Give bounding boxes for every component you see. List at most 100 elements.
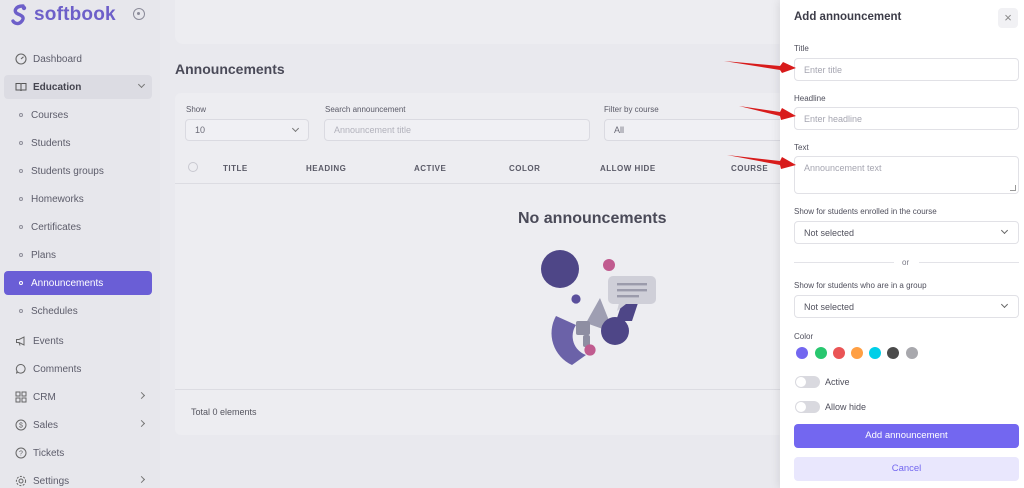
gear-icon (15, 475, 27, 487)
announcements-card: Show 10 Search announcement Announcement… (175, 93, 795, 435)
sidebar-item-label: Announcements (31, 277, 104, 289)
sidebar-item-label: Certificates (31, 221, 82, 233)
bullet-icon (19, 253, 23, 257)
empty-state-illustration (541, 250, 656, 365)
logo-icon (11, 4, 27, 26)
color-swatch-purple[interactable] (796, 347, 808, 359)
allow-hide-toggle[interactable] (795, 401, 820, 413)
color-swatch-dark[interactable] (887, 347, 899, 359)
sidebar-item-students-groups[interactable]: Students groups (4, 159, 152, 183)
main-content: Announcements Show 10 Search announcemen… (160, 0, 795, 488)
chevron-down-icon (1000, 300, 1009, 309)
resize-handle-icon[interactable] (1010, 185, 1016, 191)
sidebar-collapse-button[interactable] (133, 8, 145, 20)
title-label: Title (794, 44, 809, 53)
sidebar-item-events[interactable]: Events (4, 329, 152, 353)
cancel-button[interactable]: Cancel (794, 457, 1019, 481)
column-header-color[interactable]: COLOR (509, 164, 540, 173)
column-header-course[interactable]: COURSE (731, 164, 768, 173)
sidebar-item-label: Sales (33, 419, 59, 431)
bullet-icon (19, 225, 23, 229)
sidebar-item-label: Dashboard (33, 53, 82, 65)
toggle-knob (796, 377, 806, 387)
group-select[interactable]: Not selected (794, 295, 1019, 318)
sidebar-item-certificates[interactable]: Certificates (4, 215, 152, 239)
active-toggle[interactable] (795, 376, 820, 388)
empty-state-title: No announcements (518, 210, 667, 227)
close-button[interactable]: × (998, 8, 1018, 28)
grid-icon (15, 391, 27, 403)
or-divider-left (794, 262, 894, 263)
column-header-heading[interactable]: HEADING (306, 164, 346, 173)
chevron-right-icon (137, 419, 146, 428)
color-swatch-gray[interactable] (906, 347, 918, 359)
sidebar-item-label: Tickets (33, 447, 65, 459)
group-select-label: Show for students who are in a group (794, 281, 927, 290)
search-input[interactable]: Announcement title (324, 119, 590, 141)
title-input[interactable]: Enter title (794, 58, 1019, 81)
column-header-allow-hide[interactable]: ALLOW HIDE (600, 164, 656, 173)
active-toggle-label: Active (825, 377, 850, 387)
sidebar-item-comments[interactable]: Comments (4, 357, 152, 381)
sidebar-item-label: Courses (31, 109, 69, 121)
text-textarea[interactable]: Announcement text (794, 156, 1019, 194)
sidebar-item-label: Comments (33, 363, 82, 375)
sidebar-item-plans[interactable]: Plans (4, 243, 152, 267)
course-select-label: Show for students enrolled in the course (794, 207, 937, 216)
sidebar-item-settings[interactable]: Settings (4, 469, 152, 488)
sidebar-item-students[interactable]: Students (4, 131, 152, 155)
color-swatch-cyan[interactable] (869, 347, 881, 359)
color-swatch-green[interactable] (815, 347, 827, 359)
bullet-icon (19, 169, 23, 173)
total-elements: Total 0 elements (191, 407, 257, 417)
chevron-down-icon (137, 80, 146, 89)
chevron-right-icon (137, 391, 146, 400)
add-announcement-button[interactable]: Add announcement (794, 424, 1019, 448)
column-header-active[interactable]: ACTIVE (414, 164, 446, 173)
bullet-icon (19, 309, 23, 313)
group-select-value: Not selected (804, 301, 855, 312)
text-textarea-placeholder: Announcement text (804, 163, 882, 173)
color-swatch-orange[interactable] (851, 347, 863, 359)
sidebar-item-label: Students (31, 137, 71, 149)
svg-text:?: ? (19, 451, 23, 458)
show-select-value: 10 (195, 125, 206, 135)
or-divider-text: or (902, 258, 910, 267)
course-filter-select[interactable]: All (604, 119, 795, 141)
megaphone-icon (15, 335, 27, 347)
sidebar-item-crm[interactable]: CRM (4, 385, 152, 409)
show-label: Show (186, 105, 207, 114)
sidebar-item-label: Homeworks (31, 193, 84, 205)
dashboard-icon (15, 53, 27, 65)
headline-input[interactable]: Enter headline (794, 107, 1019, 130)
sidebar-item-courses[interactable]: Courses (4, 103, 152, 127)
svg-text:$: $ (19, 423, 23, 430)
toggle-knob (796, 402, 806, 412)
help-icon: ? (15, 447, 27, 459)
sidebar-item-homeworks[interactable]: Homeworks (4, 187, 152, 211)
color-label: Color (794, 332, 814, 341)
top-bar (175, 0, 795, 44)
color-swatch-red[interactable] (833, 347, 845, 359)
course-select-value: Not selected (804, 227, 855, 238)
table-header-divider (175, 183, 795, 184)
column-header-title[interactable]: TITLE (223, 164, 248, 173)
sidebar-item-schedules[interactable]: Schedules (4, 299, 152, 323)
text-label: Text (794, 143, 809, 152)
search-label: Search announcement (325, 105, 406, 114)
sidebar-item-dashboard[interactable]: Dashboard (4, 47, 152, 71)
bullet-icon (19, 113, 23, 117)
show-select[interactable]: 10 (185, 119, 309, 141)
bullet-icon (19, 197, 23, 201)
chevron-down-icon (291, 124, 300, 133)
course-select[interactable]: Not selected (794, 221, 1019, 244)
sidebar-item-label: CRM (33, 391, 56, 403)
comment-icon (15, 363, 27, 375)
logo[interactable]: softbook (10, 4, 116, 26)
select-all-checkbox[interactable] (188, 162, 198, 172)
sidebar-item-sales[interactable]: $ Sales (4, 413, 152, 437)
sidebar-item-education[interactable]: Education (4, 75, 152, 99)
sidebar-item-tickets[interactable]: ? Tickets (4, 441, 152, 465)
headline-label: Headline (794, 94, 826, 103)
sidebar-item-announcements[interactable]: Announcements (4, 271, 152, 295)
